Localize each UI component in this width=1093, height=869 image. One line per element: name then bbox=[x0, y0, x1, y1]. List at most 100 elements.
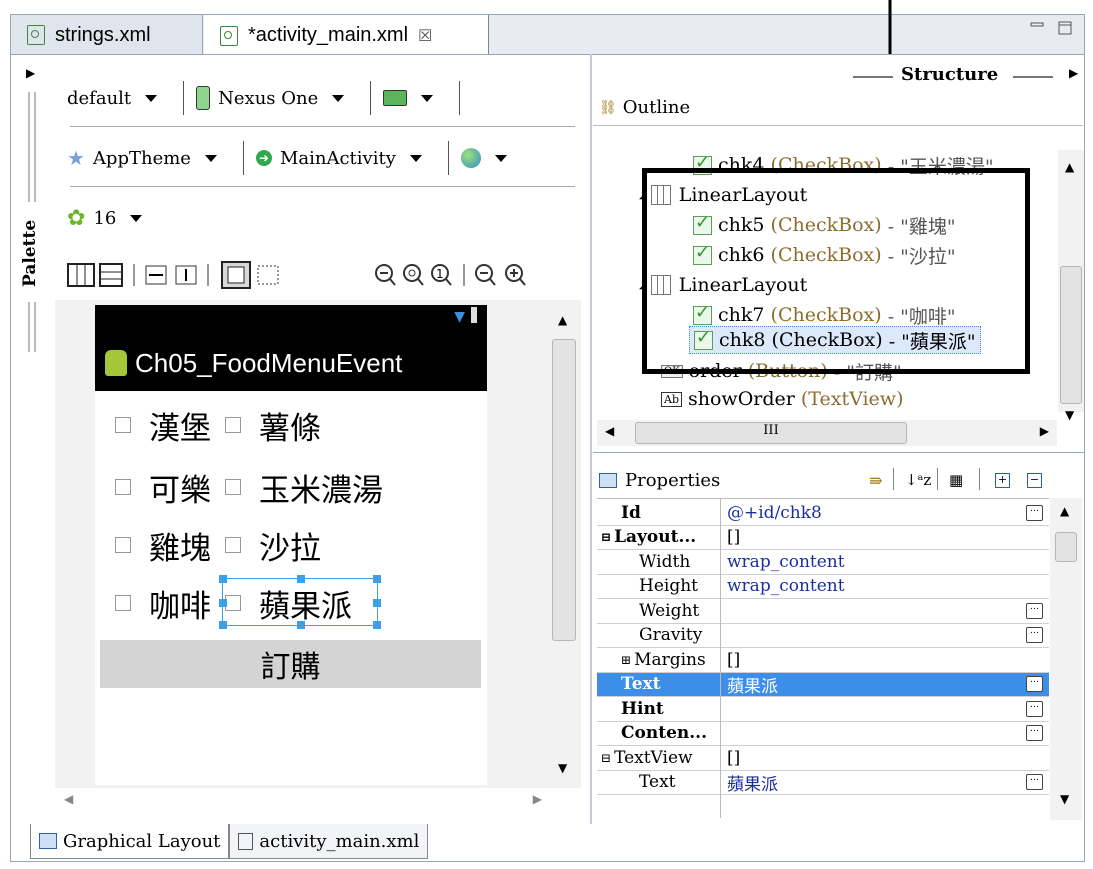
resize-handle[interactable] bbox=[373, 599, 381, 607]
property-value[interactable]: 蘋果派 bbox=[721, 771, 1026, 795]
zoom-minus-icon[interactable] bbox=[475, 264, 496, 286]
show-advanced-icon[interactable]: ⇛ bbox=[869, 471, 882, 490]
scroll-down-icon[interactable]: ▼ bbox=[558, 761, 567, 775]
order-button[interactable]: 訂購 bbox=[100, 640, 481, 688]
zoom-fit-icon[interactable] bbox=[403, 264, 424, 286]
scroll-thumb[interactable] bbox=[552, 339, 576, 641]
tab-activity-main-source[interactable]: activity_main.xml bbox=[229, 824, 429, 859]
ellipsis-icon[interactable]: … bbox=[1026, 627, 1043, 644]
resize-handle[interactable] bbox=[219, 621, 227, 629]
property-row[interactable]: ⊟ Layout... [] bbox=[597, 525, 1049, 550]
properties-vertical-scrollbar[interactable]: ▲ ▼ bbox=[1050, 498, 1082, 820]
checkbox-fries[interactable]: 薯條 bbox=[225, 403, 321, 448]
resize-handle[interactable] bbox=[297, 575, 305, 583]
canvas-horizontal-scrollbar[interactable]: ◀ ▶ bbox=[58, 792, 548, 812]
sort-alpha-icon[interactable]: ↓ᵃz bbox=[905, 471, 931, 489]
show-padding-icon[interactable] bbox=[257, 265, 279, 285]
toggle-layout-vertical-icon[interactable] bbox=[99, 263, 123, 287]
resize-handle[interactable] bbox=[373, 621, 381, 629]
checkbox-salad[interactable]: 沙拉 bbox=[225, 523, 321, 568]
property-value[interactable] bbox=[721, 624, 1026, 648]
pane-divider[interactable] bbox=[590, 54, 592, 824]
ellipsis-icon[interactable]: … bbox=[1026, 774, 1043, 791]
scroll-up-icon[interactable]: ▲ bbox=[558, 313, 567, 327]
checkbox-hamburger[interactable]: 漢堡 bbox=[115, 403, 225, 448]
property-row[interactable]: ⊟ TextView [] bbox=[597, 746, 1049, 771]
property-row[interactable]: Weight… bbox=[597, 599, 1049, 624]
property-value[interactable]: @+id/chk8 bbox=[721, 501, 1026, 525]
activity-dropdown[interactable]: ➜ MainActivity bbox=[255, 148, 422, 169]
config-dropdown[interactable]: default bbox=[67, 88, 158, 109]
scroll-right-icon[interactable]: ▶ bbox=[533, 792, 542, 806]
checkbox-nuggets[interactable]: 雞塊 bbox=[115, 523, 225, 568]
collapse-icon[interactable]: ⊟ bbox=[601, 530, 611, 544]
outline-horizontal-scrollbar[interactable]: ◀ III ▶ bbox=[597, 420, 1057, 446]
scroll-left-icon[interactable]: ◀ bbox=[64, 792, 73, 806]
locale-dropdown[interactable] bbox=[460, 148, 507, 168]
property-value[interactable] bbox=[721, 722, 1026, 746]
checkbox-coffee[interactable]: 咖啡 bbox=[115, 581, 225, 626]
zoom-in-icon[interactable] bbox=[505, 264, 526, 286]
ellipsis-icon[interactable]: … bbox=[1026, 700, 1043, 717]
ellipsis-icon[interactable]: … bbox=[1026, 725, 1043, 742]
tab-strings-xml[interactable]: strings.xml bbox=[11, 15, 203, 55]
zoom-out-icon[interactable] bbox=[375, 264, 396, 286]
collapse-all-icon[interactable]: − bbox=[1027, 472, 1042, 488]
fill-width-icon[interactable] bbox=[145, 265, 167, 285]
outline-vertical-scrollbar[interactable]: ▲ ▼ bbox=[1058, 150, 1084, 422]
property-row[interactable]: Height wrap_content bbox=[597, 574, 1049, 599]
expand-arrow-icon[interactable]: ▶ bbox=[1069, 66, 1078, 80]
scroll-thumb[interactable] bbox=[1055, 532, 1077, 562]
scroll-thumb[interactable] bbox=[1060, 266, 1082, 404]
scroll-up-icon[interactable]: ▲ bbox=[1065, 160, 1074, 174]
property-row[interactable]: Gravity… bbox=[597, 623, 1049, 648]
tab-graphical-layout[interactable]: Graphical Layout bbox=[30, 824, 230, 859]
property-value[interactable] bbox=[721, 697, 1026, 721]
scroll-down-icon[interactable]: ▼ bbox=[1060, 792, 1069, 806]
api-level-dropdown[interactable]: ✿ 16 bbox=[67, 206, 143, 231]
checkbox-corn-soup[interactable]: 玉米濃湯 bbox=[225, 465, 383, 510]
scroll-right-icon[interactable]: ▶ bbox=[1040, 424, 1049, 438]
resize-handle[interactable] bbox=[219, 599, 227, 607]
resize-handle[interactable] bbox=[219, 575, 227, 583]
resize-handle[interactable] bbox=[373, 575, 381, 583]
scroll-down-icon[interactable]: ▼ bbox=[1065, 408, 1074, 422]
device-dropdown[interactable]: Nexus One bbox=[196, 86, 345, 110]
close-tab-icon[interactable]: ☒ bbox=[418, 26, 432, 46]
ellipsis-icon[interactable]: … bbox=[1026, 504, 1043, 521]
scroll-up-icon[interactable]: ▲ bbox=[1060, 504, 1069, 518]
show-margins-icon[interactable] bbox=[221, 261, 251, 289]
property-row[interactable]: Conten...… bbox=[597, 721, 1049, 746]
expand-all-icon[interactable]: + bbox=[995, 472, 1010, 488]
canvas-vertical-scrollbar[interactable]: ▲ ▼ bbox=[550, 305, 578, 785]
scroll-thumb[interactable]: III bbox=[635, 422, 907, 444]
resize-handle[interactable] bbox=[297, 621, 305, 629]
minimize-icon[interactable] bbox=[1029, 21, 1045, 35]
palette-panel[interactable]: ▶ Palette bbox=[12, 62, 52, 462]
zoom-actual-icon[interactable]: 1 bbox=[431, 264, 452, 286]
property-value[interactable] bbox=[721, 599, 1026, 623]
property-value[interactable]: wrap_content bbox=[721, 550, 1049, 574]
ellipsis-icon[interactable]: … bbox=[1026, 676, 1043, 693]
checkbox-cola[interactable]: 可樂 bbox=[115, 465, 225, 510]
property-row[interactable]: Id @+id/chk8… bbox=[597, 501, 1049, 526]
property-row[interactable]: Width wrap_content bbox=[597, 550, 1049, 575]
toggle-layout-horizontal-icon[interactable] bbox=[67, 263, 95, 287]
maximize-icon[interactable] bbox=[1057, 21, 1073, 35]
property-row[interactable]: ⊞ Margins [] bbox=[597, 648, 1049, 673]
property-value[interactable]: 蘋果派 bbox=[721, 673, 1026, 697]
tab-activity-main-xml[interactable]: *activity_main.xml ☒ bbox=[204, 15, 489, 56]
collapse-icon[interactable]: ⊟ bbox=[601, 751, 611, 765]
ellipsis-icon[interactable]: … bbox=[1026, 602, 1043, 619]
property-row[interactable]: Hint… bbox=[597, 697, 1049, 722]
property-row[interactable]: Text 蘋果派… bbox=[597, 770, 1049, 795]
property-value[interactable]: wrap_content bbox=[721, 575, 1049, 599]
categories-icon[interactable]: ▦ bbox=[949, 471, 963, 489]
tree-item[interactable]: Ab showOrder (TextView) bbox=[661, 384, 903, 414]
fill-height-icon[interactable] bbox=[175, 265, 197, 285]
property-row-selected[interactable]: Text 蘋果派… bbox=[597, 672, 1049, 697]
scroll-left-icon[interactable]: ◀ bbox=[605, 424, 614, 438]
expand-arrow-icon[interactable]: ▶ bbox=[26, 66, 35, 80]
theme-dropdown[interactable]: ★ AppTheme bbox=[67, 146, 217, 170]
orientation-dropdown[interactable] bbox=[383, 90, 434, 106]
